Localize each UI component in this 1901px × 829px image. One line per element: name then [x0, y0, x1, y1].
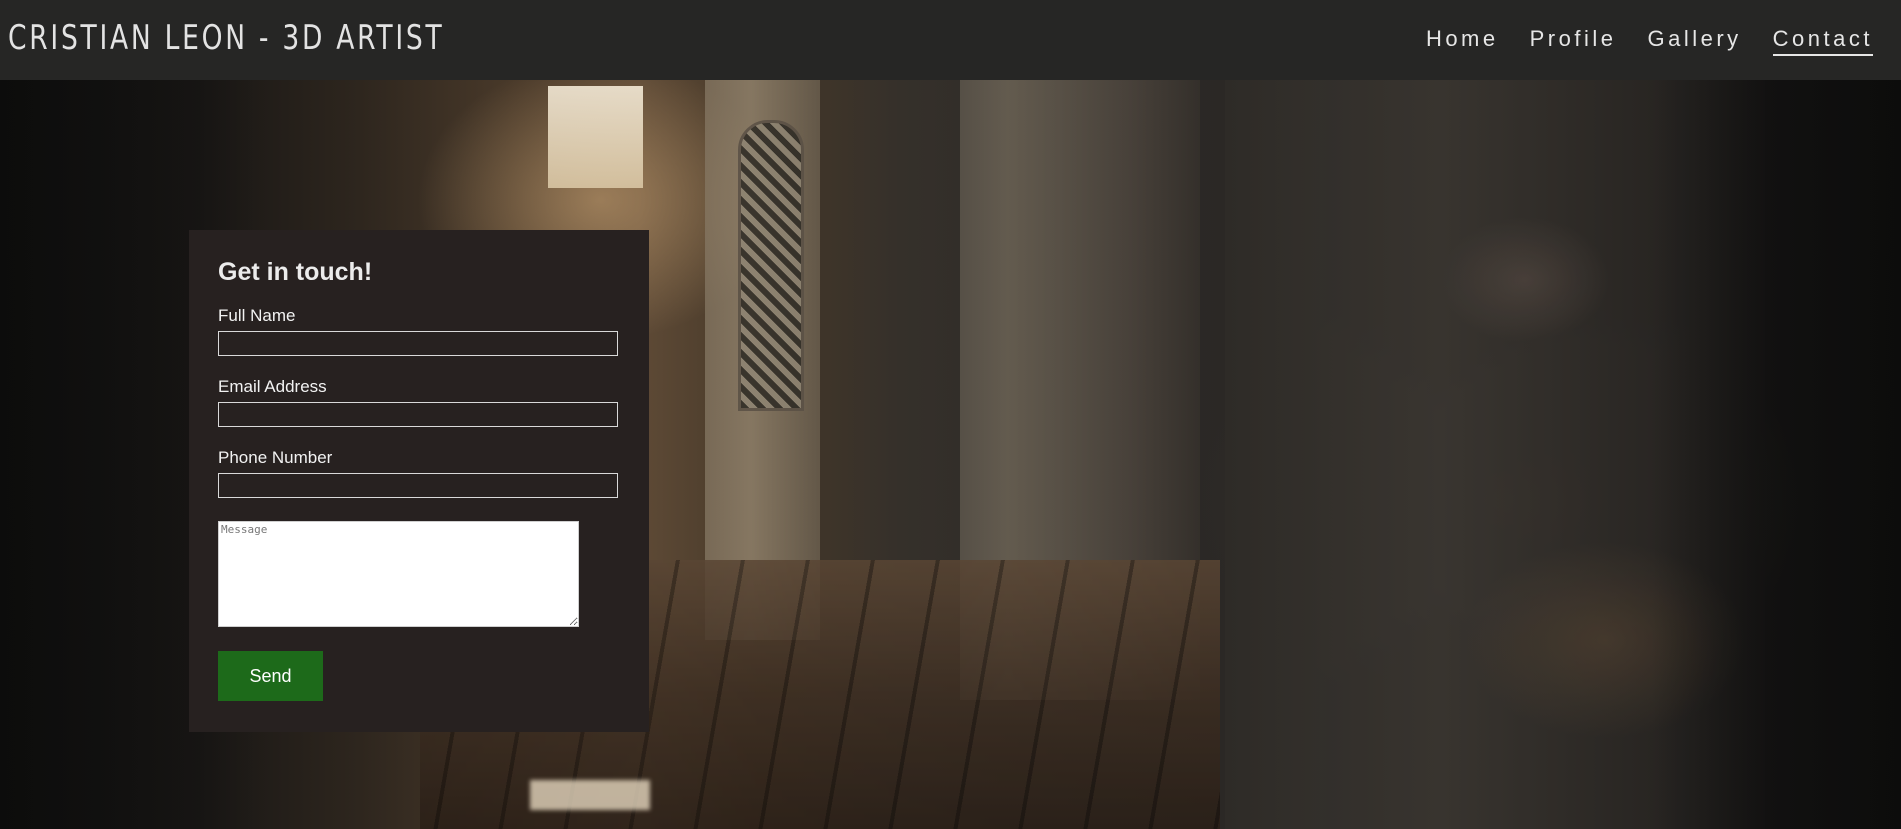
phone-input[interactable]: [218, 473, 618, 498]
email-label: Email Address: [218, 377, 327, 396]
send-button[interactable]: Send: [218, 651, 323, 701]
contact-form: Get in touch! Full Name Email Address Ph…: [189, 230, 649, 732]
email-input[interactable]: [218, 402, 618, 427]
nav-profile-link[interactable]: Profile: [1530, 26, 1617, 56]
site-header: CRISTIAN LEON - 3D ARTIST Home Profile G…: [0, 0, 1901, 80]
nav-gallery-link[interactable]: Gallery: [1647, 26, 1741, 56]
main-nav: Home Profile Gallery Contact: [1426, 26, 1873, 56]
full-name-label: Full Name: [218, 306, 296, 325]
contact-page: CRISTIAN LEON - 3D ARTIST Home Profile G…: [0, 0, 1901, 829]
message-textarea[interactable]: [218, 521, 579, 627]
nav-home-link[interactable]: Home: [1426, 26, 1499, 56]
form-title: Get in touch!: [218, 258, 373, 286]
site-brand[interactable]: CRISTIAN LEON - 3D ARTIST: [8, 18, 444, 58]
nav-contact-link[interactable]: Contact: [1772, 26, 1873, 56]
phone-label: Phone Number: [218, 448, 333, 467]
full-name-input[interactable]: [218, 331, 618, 356]
